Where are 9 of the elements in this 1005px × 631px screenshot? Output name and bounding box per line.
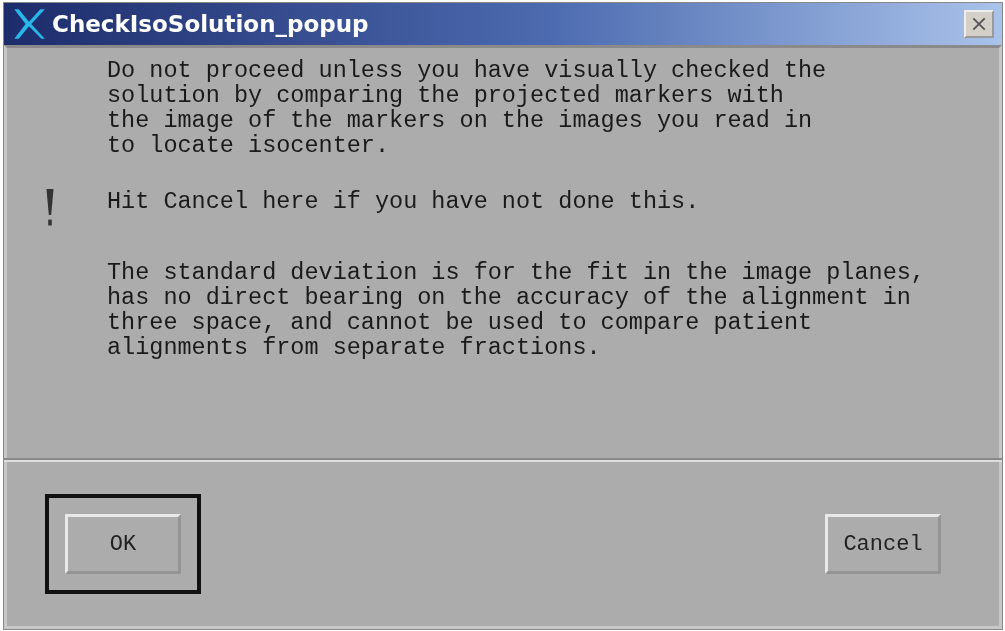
ok-button[interactable]: OK (45, 494, 201, 594)
x-logo-icon (12, 7, 46, 41)
message-text: The standard deviation is for the fit in the image planes, has no direct bearing on the accuracy of the alignment in three space, and cannot be used to compare patient alignments from separate fractions. (107, 260, 925, 360)
window-title: CheckIsoSolution_popup (52, 11, 370, 37)
cancel-button[interactable]: Cancel (825, 514, 941, 574)
message-text: Hit Cancel here if you have not done this. (107, 189, 700, 217)
close-button[interactable] (964, 10, 994, 38)
message-text: Do not proceed unless you have visually checked the solution by comparing the projected markers with the image of the markers on the images you read in to locate isocenter. (107, 58, 827, 158)
close-icon (971, 16, 987, 32)
